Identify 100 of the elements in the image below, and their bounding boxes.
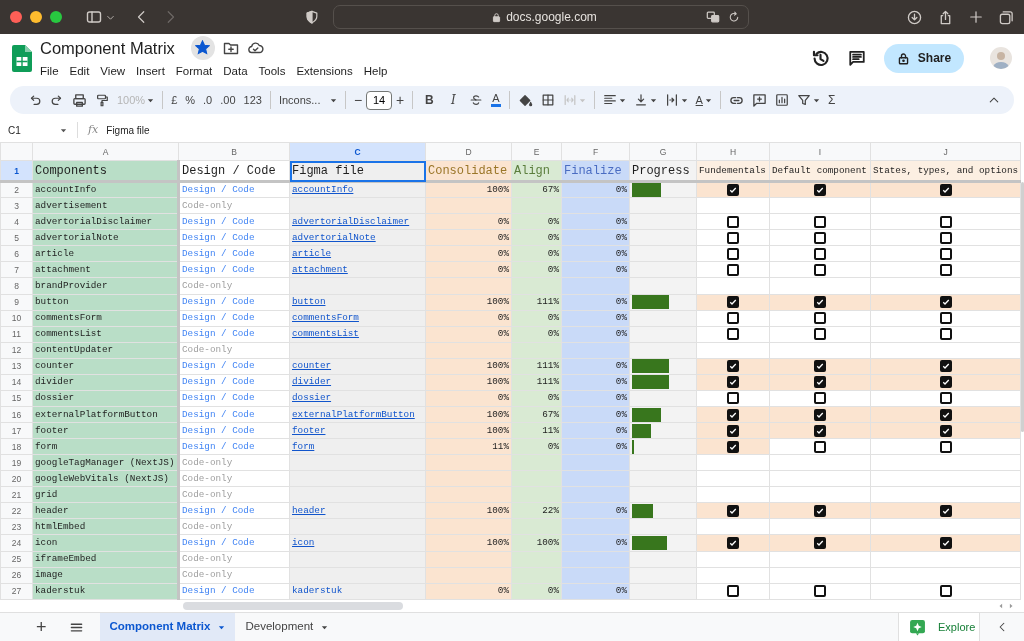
checkbox[interactable]	[814, 296, 826, 309]
file-link[interactable]: dossier	[292, 392, 332, 404]
reload-icon[interactable]	[728, 11, 740, 23]
checkbox[interactable]	[727, 424, 739, 437]
add-sheet-button[interactable]: +	[30, 617, 53, 637]
checkbox[interactable]	[939, 263, 952, 276]
cell-reference[interactable]: C1	[8, 122, 60, 138]
menu-item[interactable]: Tools	[258, 62, 286, 81]
checkbox[interactable]	[727, 585, 739, 598]
menu-item[interactable]: Insert	[136, 62, 165, 81]
checkbox[interactable]	[727, 392, 739, 405]
checkbox[interactable]	[939, 360, 952, 373]
file-link[interactable]: icon	[292, 537, 315, 548]
checkbox[interactable]	[727, 312, 739, 325]
column-header[interactable]: F	[561, 142, 630, 161]
column-header[interactable]: E	[511, 142, 562, 161]
checkbox[interactable]	[727, 231, 739, 244]
checkbox[interactable]	[939, 440, 952, 453]
checkbox[interactable]	[814, 392, 826, 405]
checkbox[interactable]	[814, 504, 826, 517]
share-icon[interactable]	[938, 9, 953, 25]
checkbox[interactable]	[939, 408, 952, 421]
decrease-decimal-button[interactable]: .0	[199, 88, 217, 112]
increase-decimal-button[interactable]: .00	[216, 88, 240, 112]
checkbox[interactable]	[814, 537, 826, 549]
column-header[interactable]: I	[769, 142, 871, 161]
checkbox[interactable]	[814, 376, 826, 389]
file-link[interactable]: footer	[292, 424, 326, 436]
column-header[interactable]: D	[425, 142, 512, 161]
italic-button[interactable]: I	[441, 88, 466, 112]
checkbox[interactable]	[939, 424, 952, 437]
file-link[interactable]: externalPlatformButton	[292, 408, 415, 420]
star-button[interactable]	[190, 35, 215, 60]
file-link[interactable]: advertorialNote	[292, 231, 376, 243]
checkbox[interactable]	[939, 328, 952, 341]
explore-button[interactable]: Explore	[898, 612, 980, 641]
column-header[interactable]: A	[32, 142, 179, 161]
file-link[interactable]: commentsForm	[292, 312, 359, 324]
checkbox[interactable]	[814, 184, 826, 197]
share-button[interactable]: Share	[884, 43, 964, 73]
text-rotation-button[interactable]: A	[691, 88, 716, 112]
checkbox[interactable]	[814, 360, 826, 373]
percent-button[interactable]: %	[181, 88, 200, 112]
column-header[interactable]: C	[289, 142, 426, 161]
checkbox[interactable]	[727, 215, 739, 228]
checkbox[interactable]	[814, 585, 826, 598]
menu-item[interactable]: Format	[175, 62, 213, 81]
column-header[interactable]: B	[178, 142, 290, 161]
address-text[interactable]: docs.google.com	[506, 8, 597, 26]
file-link[interactable]: counter	[292, 360, 332, 372]
zoom-window-button[interactable]	[50, 11, 62, 23]
cloud-check-icon[interactable]	[246, 39, 264, 56]
file-link[interactable]: attachment	[292, 263, 348, 275]
checkbox[interactable]	[727, 504, 739, 517]
checkbox[interactable]	[939, 215, 952, 228]
currency-button[interactable]: £	[167, 88, 182, 112]
file-link[interactable]: accountInfo	[292, 184, 354, 196]
file-link[interactable]: kaderstuk	[292, 585, 343, 597]
translate-icon[interactable]	[706, 10, 720, 24]
menu-item[interactable]: File	[40, 62, 59, 81]
close-window-button[interactable]	[10, 11, 22, 23]
menu-item[interactable]: Help	[363, 62, 388, 81]
sheet-tab[interactable]: Development	[235, 612, 339, 641]
checkbox[interactable]	[814, 247, 826, 260]
font-size-field[interactable]: 14	[366, 90, 393, 110]
checkbox[interactable]	[939, 392, 952, 405]
document-title[interactable]: Component Matrix	[40, 37, 175, 58]
checkbox[interactable]	[814, 312, 826, 325]
caret-icon[interactable]	[60, 126, 67, 134]
checkbox[interactable]	[939, 247, 952, 260]
checkbox[interactable]	[727, 537, 739, 549]
bold-button[interactable]: B	[417, 88, 442, 112]
menu-item[interactable]: View	[100, 62, 126, 81]
checkbox[interactable]	[814, 231, 826, 244]
checkbox[interactable]	[727, 296, 739, 309]
checkbox[interactable]	[939, 537, 952, 549]
checkbox[interactable]	[814, 408, 826, 421]
history-icon[interactable]	[811, 48, 830, 68]
checkbox[interactable]	[939, 184, 952, 197]
menu-item[interactable]: Extensions	[296, 62, 353, 81]
functions-button[interactable]: Σ	[823, 88, 840, 112]
scroll-right-icon[interactable]	[1008, 603, 1014, 609]
text-color-button[interactable]: A	[487, 88, 505, 112]
file-link[interactable]: header	[292, 504, 326, 516]
font-dropdown[interactable]: Incons...	[274, 88, 341, 112]
sidebar-icon[interactable]	[86, 9, 102, 25]
scroll-left-icon[interactable]	[998, 603, 1004, 609]
tabs-icon[interactable]	[999, 9, 1014, 25]
checkbox[interactable]	[814, 215, 826, 228]
decrease-font-size-button[interactable]: −	[349, 88, 367, 112]
file-link[interactable]: form	[292, 440, 315, 452]
checkbox[interactable]	[727, 408, 739, 421]
checkbox[interactable]	[939, 312, 952, 325]
row-number[interactable]: 1	[0, 160, 33, 182]
file-link[interactable]: commentsList	[292, 328, 359, 340]
checkbox[interactable]	[939, 296, 952, 309]
checkbox[interactable]	[939, 231, 952, 244]
number-format-button[interactable]: 123	[239, 88, 266, 112]
checkbox[interactable]	[939, 376, 952, 389]
checkbox[interactable]	[727, 263, 739, 276]
